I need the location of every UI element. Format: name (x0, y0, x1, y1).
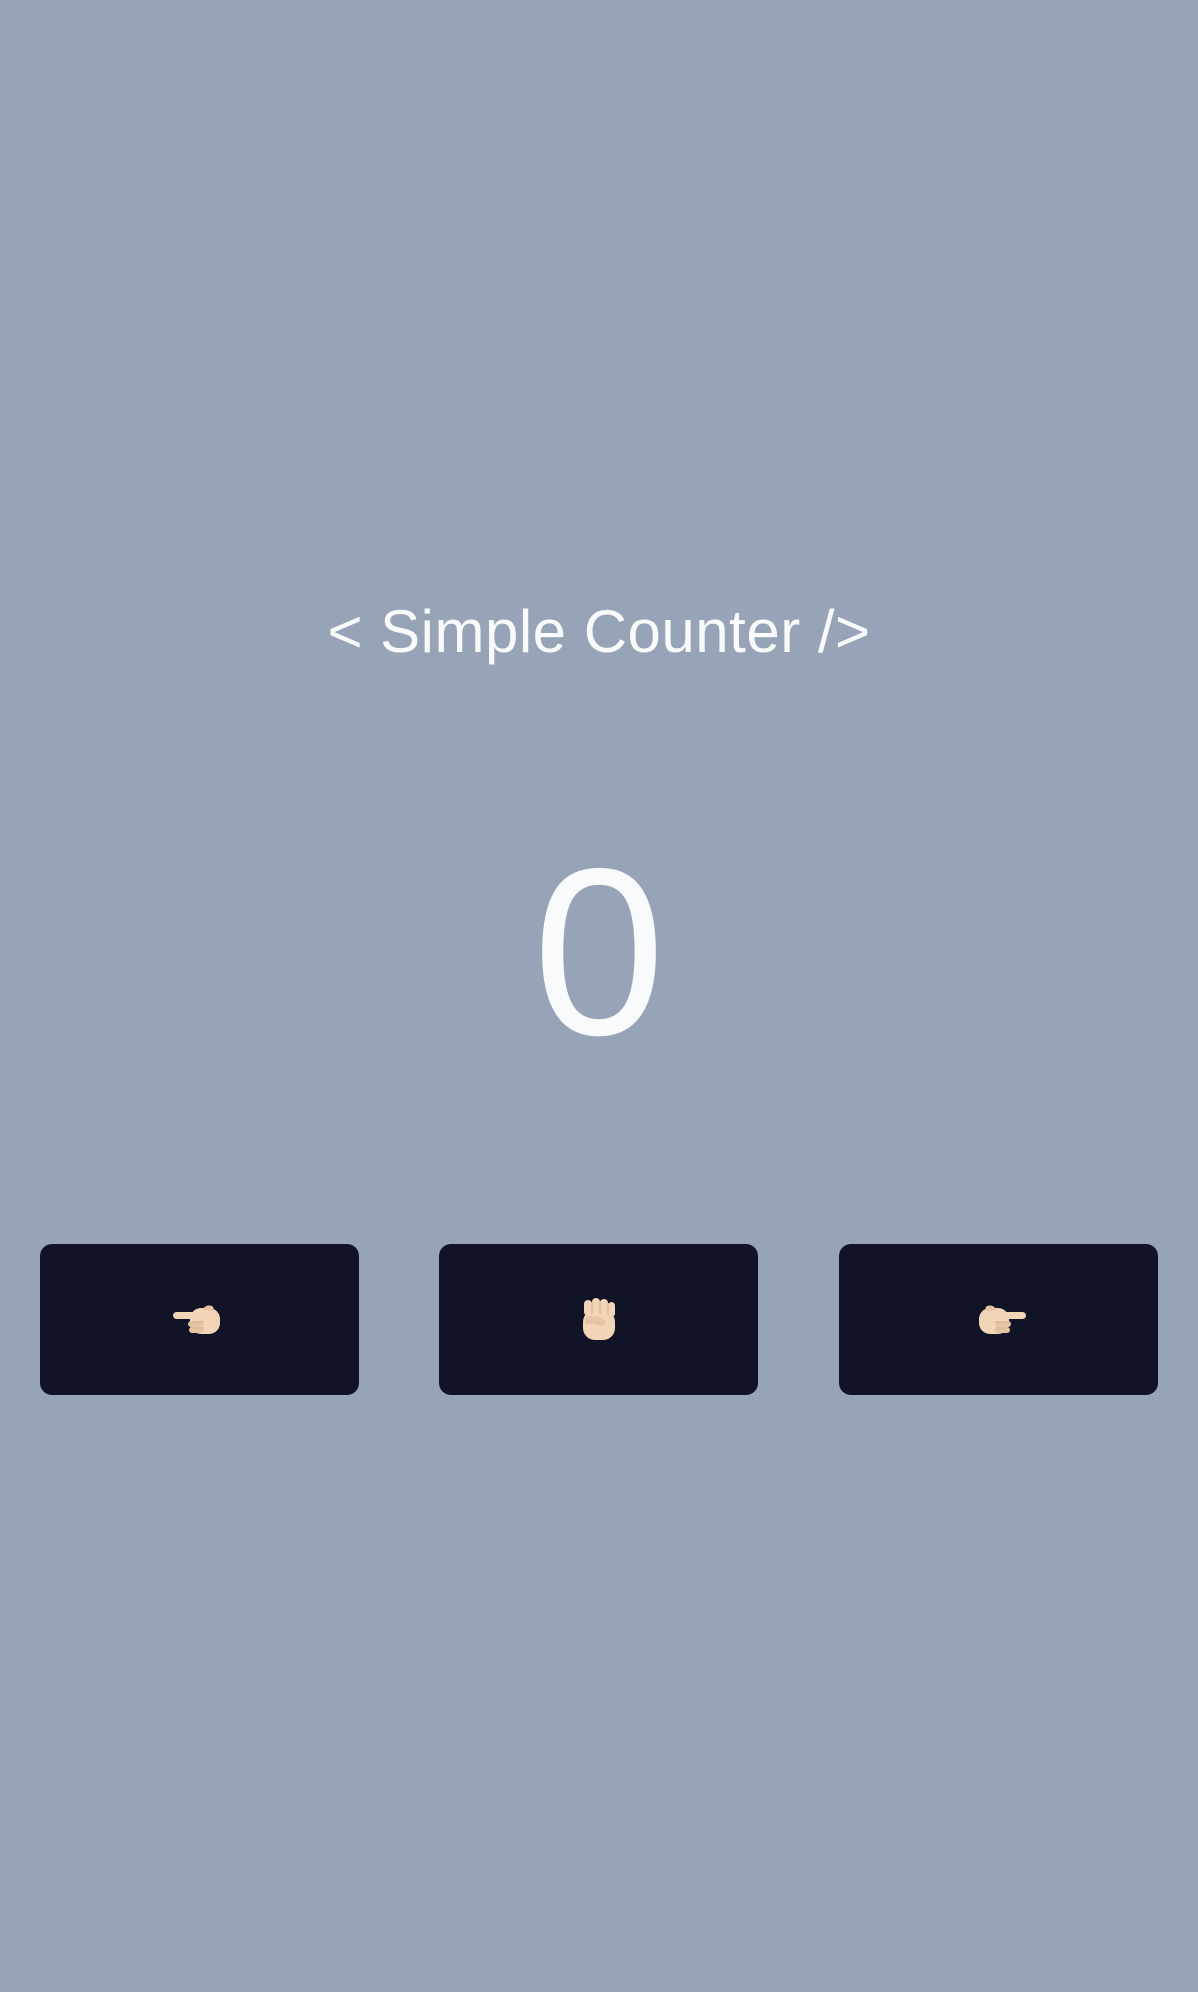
counter-value: 0 (532, 820, 666, 1085)
increment-button[interactable] (839, 1244, 1158, 1395)
reset-button[interactable] (439, 1244, 758, 1395)
page-title: < Simple Counter /> (327, 598, 871, 665)
pointing-left-hand-icon (172, 1305, 220, 1334)
decrement-button[interactable] (40, 1244, 359, 1395)
raised-fist-icon (582, 1297, 615, 1340)
pointing-right-hand-icon (978, 1305, 1026, 1334)
